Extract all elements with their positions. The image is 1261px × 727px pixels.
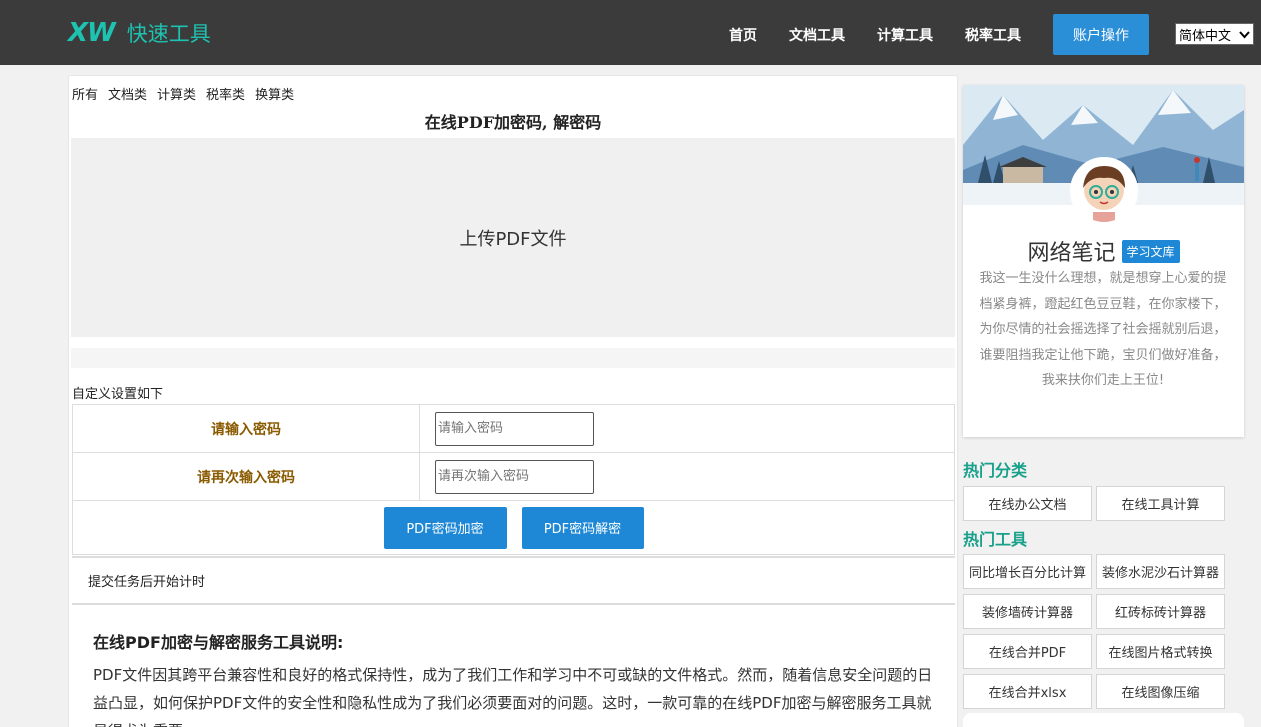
password-input[interactable] (435, 411, 594, 446)
category-calc[interactable]: 计算类 (157, 84, 196, 103)
logo-mark: XW (68, 18, 116, 48)
confirm-password-label: 请再次输入密码 (73, 453, 420, 500)
hot-tool-red-brick[interactable]: 红砖标砖计算器 (1096, 594, 1225, 629)
hot-categories-title: 热门分类 (963, 461, 1028, 480)
hot-tool-cement-sand[interactable]: 装修水泥沙石计算器 (1096, 554, 1225, 589)
hot-tool-merge-pdf[interactable]: 在线合并PDF (963, 634, 1092, 669)
hot-tool-yoy-growth[interactable]: 同比增长百分比计算 (963, 554, 1092, 589)
hot-category-office-docs[interactable]: 在线办公文档 (963, 486, 1092, 521)
hot-tools-title: 热门工具 (963, 530, 1028, 549)
upload-dropzone[interactable]: 上传PDF文件 (71, 138, 955, 337)
chevron-down-icon (1239, 27, 1250, 44)
nav-calc-tools[interactable]: 计算工具 (877, 25, 933, 45)
profile-card: 网络笔记 学习文库 我这一生没什么理想，就是想穿上心爱的提档紧身裤，蹬起红色豆豆… (963, 85, 1244, 437)
settings-label: 自定义设置如下 (72, 387, 164, 402)
page-title: 在线PDF加密码, 解密码 (424, 113, 602, 132)
encrypt-button[interactable]: PDF密码加密 (383, 506, 507, 549)
nav-home[interactable]: 首页 (729, 25, 757, 45)
profile-name: 网络笔记 (1027, 241, 1116, 266)
category-convert[interactable]: 换算类 (255, 84, 294, 103)
tool-panel: 所有 文档类 计算类 税率类 换算类 在线PDF加密码, 解密码 上传PDF文件… (68, 75, 958, 727)
task-timer: 提交任务后开始计时 (72, 556, 955, 605)
sidebar-card (963, 713, 1244, 727)
category-all[interactable]: 所有 (72, 84, 98, 103)
language-value: 简体中文 (1179, 28, 1232, 44)
category-filter: 所有 文档类 计算类 税率类 换算类 (72, 84, 294, 103)
category-docs[interactable]: 文档类 (108, 84, 147, 103)
password-form: 请输入密码 请再次输入密码 PDF密码加密 PDF密码解密 (72, 404, 955, 555)
password-label: 请输入密码 (73, 405, 420, 452)
profile-name-row: 网络笔记 学习文库 (963, 235, 1244, 267)
hot-tool-image-convert[interactable]: 在线图片格式转换 (1096, 634, 1225, 669)
confirm-password-input[interactable] (435, 459, 594, 494)
account-button[interactable]: 账户操作 (1053, 14, 1149, 55)
hot-category-tool-calc[interactable]: 在线工具计算 (1096, 486, 1225, 521)
top-navbar: XW 快速工具 首页 文档工具 计算工具 税率工具 账户操作 简体中文 (0, 0, 1261, 65)
decrypt-button[interactable]: PDF密码解密 (521, 506, 644, 549)
description-heading: 在线PDF加密与解密服务工具说明: (93, 633, 344, 652)
profile-badge[interactable]: 学习文库 (1121, 239, 1180, 263)
nav-tax-tools[interactable]: 税率工具 (965, 25, 1021, 45)
upload-progress-bar (71, 348, 955, 368)
form-actions: PDF密码加密 PDF密码解密 (73, 501, 954, 554)
logo-text: 快速工具 (126, 22, 211, 46)
nav-doc-tools[interactable]: 文档工具 (789, 25, 845, 45)
tool-description: 在线PDF加密与解密服务工具说明: PDF文件因其跨平台兼容性和良好的格式保持性… (93, 629, 933, 727)
category-tax[interactable]: 税率类 (206, 84, 245, 103)
form-row-password: 请输入密码 (73, 405, 954, 453)
language-select[interactable]: 简体中文 (1175, 23, 1254, 45)
upload-label: 上传PDF文件 (459, 228, 567, 250)
form-row-confirm: 请再次输入密码 (73, 453, 954, 501)
hot-tool-merge-xlsx[interactable]: 在线合并xlsx (963, 674, 1092, 709)
description-body: PDF文件因其跨平台兼容性和良好的格式保持性，成为了我们工作和学习中不可或缺的文… (93, 666, 933, 727)
hot-tool-wall-tile[interactable]: 装修墙砖计算器 (963, 594, 1092, 629)
hot-tool-image-compress[interactable]: 在线图像压缩 (1096, 674, 1225, 709)
site-logo[interactable]: XW 快速工具 (68, 18, 211, 48)
profile-bio: 我这一生没什么理想，就是想穿上心爱的提档紧身裤，蹬起红色豆豆鞋，在你家楼下，为你… (979, 271, 1227, 388)
avatar[interactable] (1070, 157, 1138, 225)
